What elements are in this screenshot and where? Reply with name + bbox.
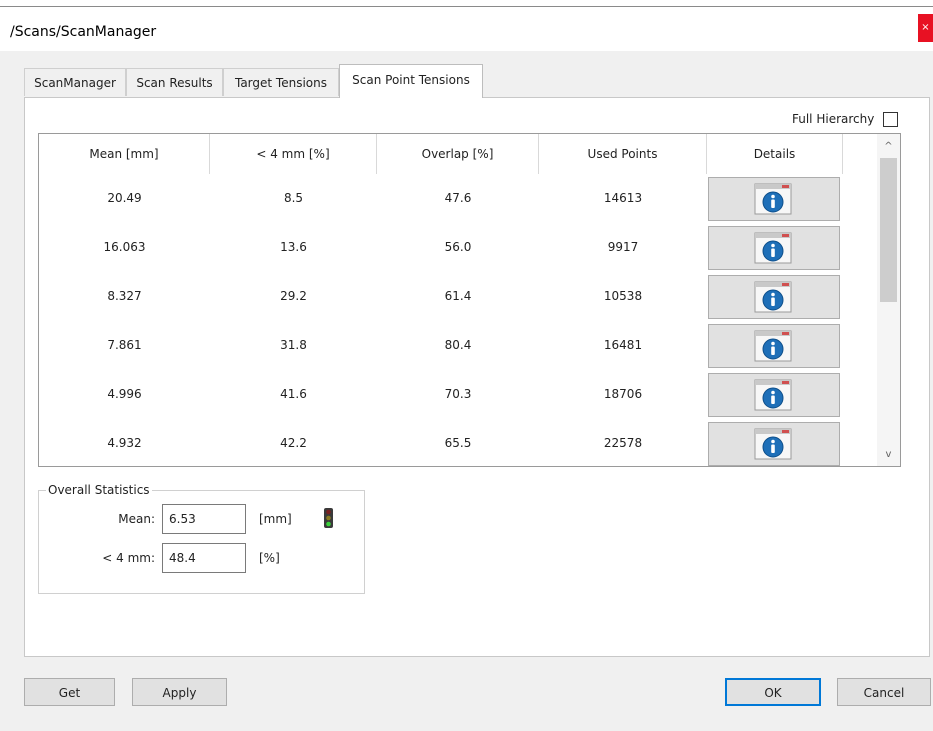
cell-used-points: 16481 xyxy=(603,338,643,352)
overall-statistics-title: Overall Statistics xyxy=(46,483,152,497)
table-scrollbar[interactable]: ^ v xyxy=(877,134,900,466)
info-icon xyxy=(754,330,792,362)
under-4mm-field[interactable] xyxy=(162,543,246,573)
info-icon xyxy=(754,379,792,411)
mean-unit: [mm] xyxy=(259,512,292,526)
cell-mean: 7.861 xyxy=(107,338,142,352)
mean-label: Mean: xyxy=(118,512,155,526)
under-4mm-unit: [%] xyxy=(259,551,280,565)
title-bar: /Scans/ScanManager xyxy=(0,7,933,51)
details-button[interactable] xyxy=(708,324,840,368)
table-row[interactable]: 4.932 42.2 65.5 22578 xyxy=(39,419,877,466)
under-4mm-label: < 4 mm: xyxy=(102,551,155,565)
tab-scanmanager[interactable]: ScanManager xyxy=(24,68,126,96)
traffic-light-icon xyxy=(324,508,333,528)
info-icon xyxy=(754,183,792,215)
table-row[interactable]: 20.49 8.5 47.6 14613 xyxy=(39,174,877,223)
cell-used-points: 22578 xyxy=(603,436,643,450)
details-button[interactable] xyxy=(708,226,840,270)
full-hierarchy-checkbox[interactable] xyxy=(883,112,898,127)
table-row[interactable]: 16.063 13.6 56.0 9917 xyxy=(39,223,877,272)
cell-overlap: 65.5 xyxy=(444,436,472,450)
scroll-thumb[interactable] xyxy=(880,158,897,302)
tab-target-tensions[interactable]: Target Tensions xyxy=(223,68,339,96)
mean-field[interactable] xyxy=(162,504,246,534)
cell-mean: 4.932 xyxy=(107,436,142,450)
cell-overlap: 56.0 xyxy=(444,240,472,254)
cell-used-points: 14613 xyxy=(603,191,643,205)
cell-mean: 20.49 xyxy=(107,191,142,205)
cell-under-4mm: 42.2 xyxy=(280,436,307,450)
cancel-button[interactable]: Cancel xyxy=(837,678,931,706)
details-button[interactable] xyxy=(708,422,840,466)
cell-overlap: 47.6 xyxy=(444,191,472,205)
table-row[interactable]: 8.327 29.2 61.4 10538 xyxy=(39,272,877,321)
cell-used-points: 9917 xyxy=(607,240,639,254)
column-header-overlap[interactable]: Overlap [%] xyxy=(377,134,539,174)
cell-mean: 16.063 xyxy=(103,240,146,254)
get-button[interactable]: Get xyxy=(24,678,115,706)
cell-under-4mm: 8.5 xyxy=(283,191,304,205)
scan-point-table: Mean [mm] < 4 mm [%] Overlap [%] Used Po… xyxy=(38,133,901,467)
details-button[interactable] xyxy=(708,373,840,417)
cell-under-4mm: 41.6 xyxy=(280,387,307,401)
table-row[interactable]: 4.996 41.6 70.3 18706 xyxy=(39,370,877,419)
info-icon xyxy=(754,428,792,460)
cell-overlap: 61.4 xyxy=(444,289,472,303)
full-hierarchy-label: Full Hierarchy xyxy=(792,112,875,126)
table-row[interactable]: 7.861 31.8 80.4 16481 xyxy=(39,321,877,370)
window-title: /Scans/ScanManager xyxy=(10,24,157,40)
cell-used-points: 18706 xyxy=(603,387,643,401)
ok-button[interactable]: OK xyxy=(725,678,821,706)
apply-button[interactable]: Apply xyxy=(132,678,227,706)
cell-mean: 8.327 xyxy=(107,289,142,303)
scroll-down-arrow-icon[interactable]: v xyxy=(877,446,900,463)
cell-mean: 4.996 xyxy=(107,387,142,401)
cell-under-4mm: 31.8 xyxy=(280,338,307,352)
column-header-used-points[interactable]: Used Points xyxy=(539,134,707,174)
column-header-under-4mm[interactable]: < 4 mm [%] xyxy=(210,134,377,174)
column-header-details[interactable]: Details xyxy=(707,134,843,174)
tab-scan-results[interactable]: Scan Results xyxy=(126,68,223,96)
cell-overlap: 70.3 xyxy=(444,387,472,401)
cell-used-points: 10538 xyxy=(603,289,643,303)
cell-under-4mm: 13.6 xyxy=(280,240,307,254)
close-button[interactable]: × xyxy=(918,14,933,42)
cell-under-4mm: 29.2 xyxy=(280,289,307,303)
details-button[interactable] xyxy=(708,177,840,221)
tab-scan-point-tensions[interactable]: Scan Point Tensions xyxy=(339,64,483,98)
details-button[interactable] xyxy=(708,275,840,319)
column-header-mean[interactable]: Mean [mm] xyxy=(39,134,210,174)
info-icon xyxy=(754,232,792,264)
info-icon xyxy=(754,281,792,313)
cell-overlap: 80.4 xyxy=(444,338,472,352)
scroll-up-arrow-icon[interactable]: ^ xyxy=(877,138,900,155)
